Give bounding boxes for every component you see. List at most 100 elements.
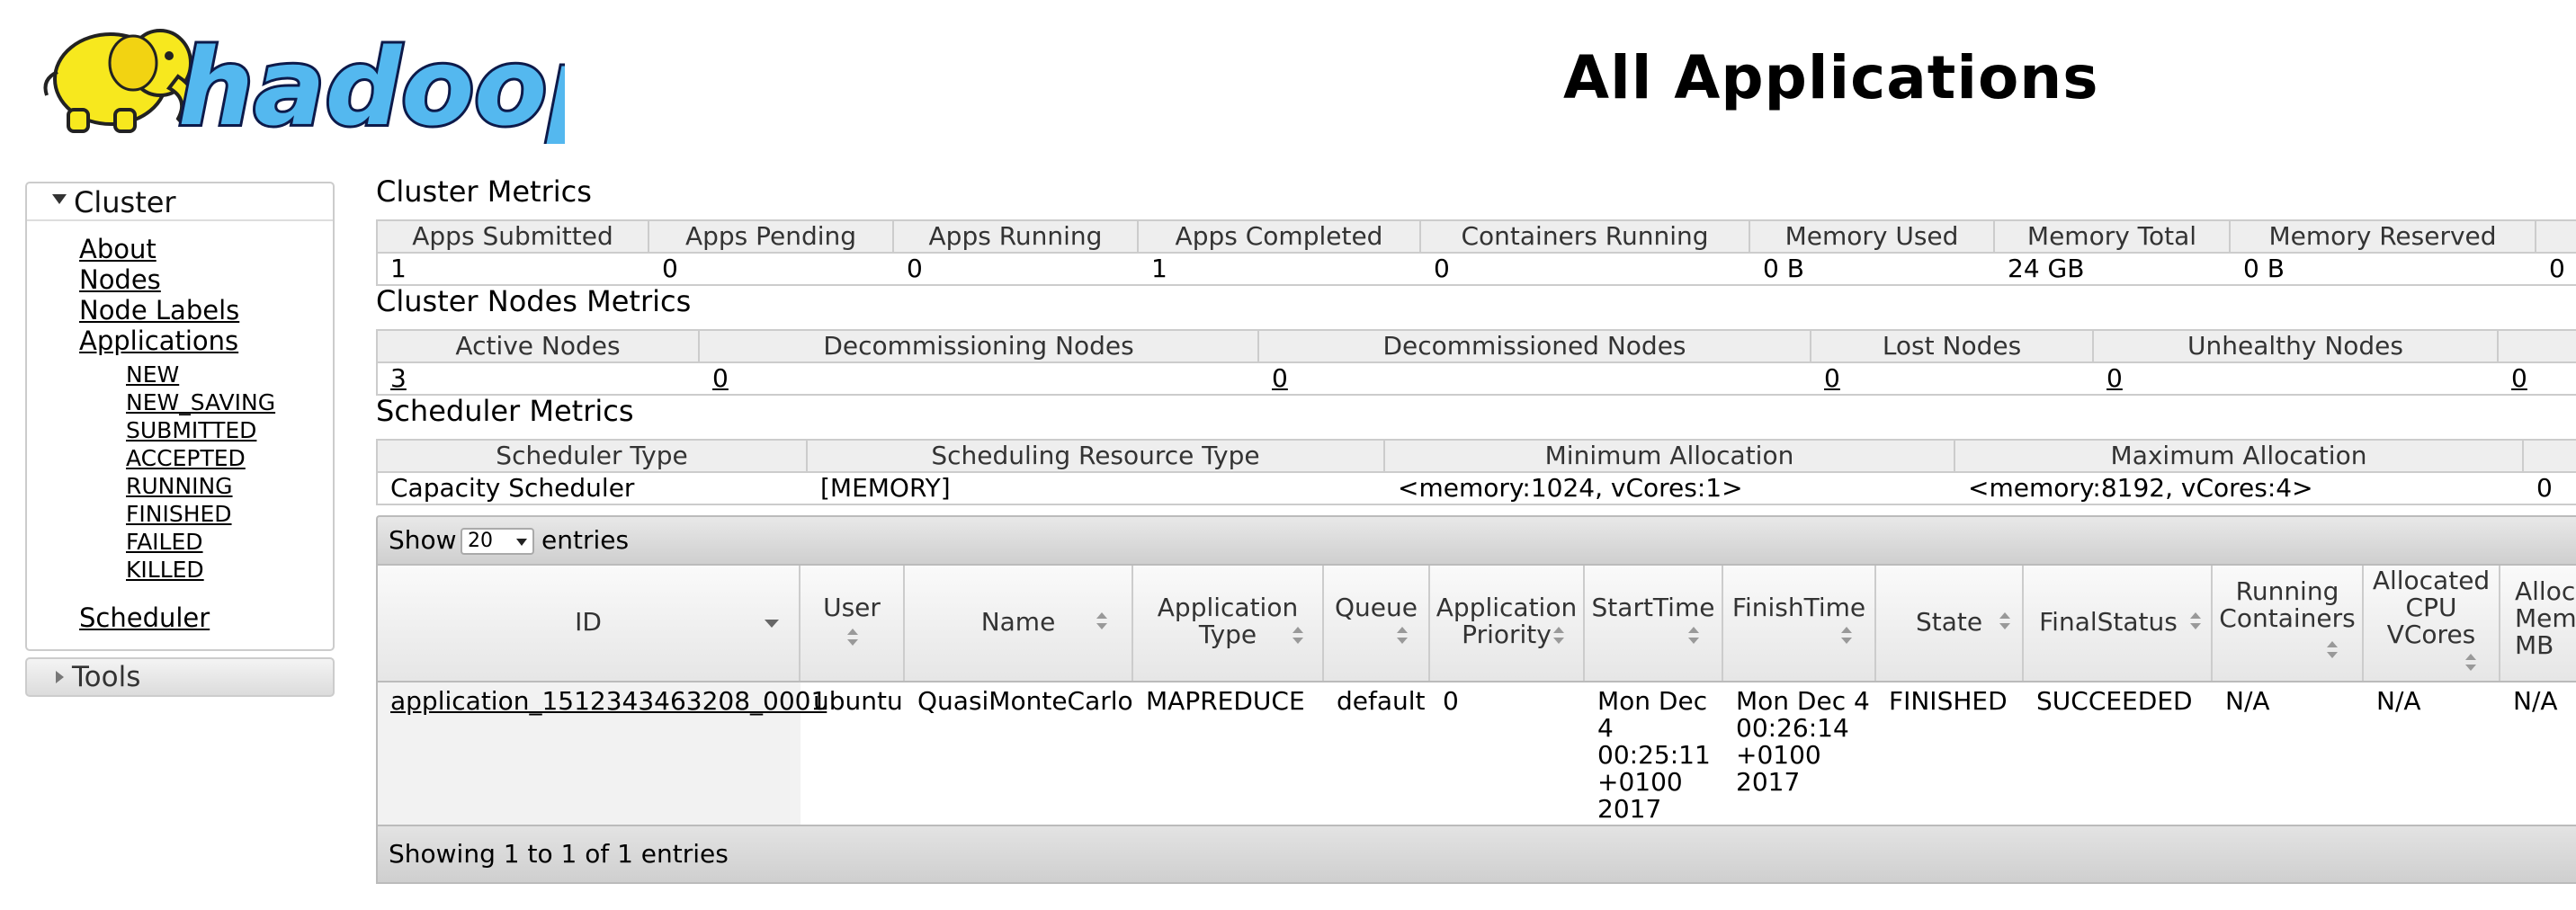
active-nodes-value[interactable]: 3 <box>390 363 407 393</box>
sidebar-state-finished[interactable]: FINISHED <box>126 501 232 527</box>
sidebar-item-applications[interactable]: Applications <box>79 326 238 356</box>
decommissioned-nodes-link[interactable]: 0 <box>1259 363 1288 394</box>
chevron-down-icon <box>516 539 527 546</box>
column-header-label: Allocated CPU VCores <box>2372 566 2491 649</box>
user-cell: ubuntu <box>813 686 903 716</box>
cluster-metrics-extra-value: 0 <box>2549 254 2565 283</box>
column-header-label: Queue <box>1335 593 1418 622</box>
sidebar-state-submitted[interactable]: SUBMITTED <box>126 417 256 443</box>
sort-icon <box>2464 654 2477 674</box>
sidebar-item-scheduler[interactable]: Scheduler <box>79 602 210 633</box>
column-header-label: ID <box>575 607 602 637</box>
memory-total-value: 24 GB <box>2008 254 2085 283</box>
cluster-metrics-header: Apps Submitted <box>376 221 648 252</box>
cluster-nodes-metrics-header-row: Active Nodes Decommissioning Nodes Decom… <box>376 329 2576 363</box>
cluster-metrics-header-more <box>2535 221 2576 252</box>
column-header-application-type[interactable]: Application Type <box>1133 566 1324 681</box>
show-label: Show <box>389 525 457 555</box>
application-id-link[interactable]: application_1512343463208_0001 <box>390 688 827 715</box>
column-header-final-status[interactable]: FinalStatus <box>2024 566 2213 681</box>
sort-icon <box>1396 627 1409 647</box>
scheduler-type-value: Capacity Scheduler <box>390 473 635 503</box>
column-header-application-priority[interactable]: Application Priority <box>1430 566 1585 681</box>
unhealthy-nodes-link[interactable]: 0 <box>2094 363 2123 394</box>
active-nodes-link[interactable]: 3 <box>378 363 407 394</box>
column-header-label: FinalStatus <box>2039 607 2178 637</box>
memory-reserved-value: 0 B <box>2243 254 2285 283</box>
apps-table-header: ID User Name Application Type Queue Appl… <box>376 566 2576 682</box>
rebooted-nodes-value[interactable]: 0 <box>2511 363 2527 393</box>
sidebar-item-nodes[interactable]: Nodes <box>79 264 161 295</box>
sidebar-item-about[interactable]: About <box>79 234 157 264</box>
cluster-nodes-metrics-header: Decommissioned Nodes <box>1257 331 1810 361</box>
sort-icon <box>1292 627 1304 647</box>
column-header-start-time[interactable]: StartTime <box>1585 566 1723 681</box>
sidebar-state-failed[interactable]: FAILED <box>126 529 203 555</box>
column-header-label: Running Containers <box>2219 576 2356 633</box>
page-length-value: 20 <box>468 530 493 552</box>
column-header-running-containers[interactable]: Running Containers <box>2213 566 2364 681</box>
sidebar-state-killed[interactable]: KILLED <box>126 557 204 583</box>
column-header-allocated-memory[interactable]: Alloca Mem MB <box>2500 566 2576 681</box>
cluster-metrics-table: Apps Submitted Apps Pending Apps Running… <box>376 219 2576 286</box>
decommissioning-nodes-link[interactable]: 0 <box>700 363 729 394</box>
decommissioned-nodes-value[interactable]: 0 <box>1272 363 1288 393</box>
cluster-metrics-header: Containers Running <box>1419 221 1749 252</box>
scheduler-metrics-header: Maximum Allocation <box>1954 441 2522 471</box>
column-header-id[interactable]: ID <box>378 566 801 681</box>
start-time-cell: Mon Dec 4 00:25:11 +0100 2017 <box>1597 686 1711 824</box>
sidebar-state-accepted[interactable]: ACCEPTED <box>126 445 246 471</box>
column-header-allocated-cpu-vcores[interactable]: Allocated CPU VCores <box>2364 566 2500 681</box>
memory-used-value: 0 B <box>1763 254 1804 283</box>
apps-submitted-value: 1 <box>390 254 407 283</box>
sidebar-tools-panel[interactable]: Tools <box>25 657 335 697</box>
column-header-queue[interactable]: Queue <box>1324 566 1430 681</box>
scheduler-metrics-header: Scheduler Type <box>376 441 806 471</box>
sidebar-cluster-header[interactable]: Cluster <box>27 183 333 221</box>
cluster-nodes-metrics-header: Unhealthy Nodes <box>2092 331 2497 361</box>
caret-down-icon <box>52 194 67 204</box>
sort-icon <box>1999 612 2011 632</box>
scheduler-metrics-title: Scheduler Metrics <box>376 394 634 428</box>
scheduling-resource-type-value: [MEMORY] <box>820 473 951 503</box>
sort-icon <box>1687 627 1700 647</box>
column-header-user[interactable]: User <box>801 566 905 681</box>
sidebar-item-node-labels[interactable]: Node Labels <box>79 295 239 326</box>
sidebar-state-new-saving[interactable]: NEW_SAVING <box>126 389 275 415</box>
sort-icon <box>1096 612 1108 632</box>
entries-label: entries <box>541 525 630 555</box>
sidebar-state-running[interactable]: RUNNING <box>126 473 233 499</box>
column-header-label: FinishTime <box>1731 593 1866 622</box>
cluster-nodes-metrics-header-more <box>2497 331 2576 361</box>
finish-time-cell: Mon Dec 4 00:26:14 +0100 2017 <box>1736 686 1870 797</box>
column-header-finish-time[interactable]: FinishTime <box>1723 566 1876 681</box>
cluster-metrics-header-row: Apps Submitted Apps Pending Apps Running… <box>376 219 2576 254</box>
sort-icon <box>2189 612 2202 632</box>
column-header-state[interactable]: State <box>1876 566 2024 681</box>
name-cell: QuasiMonteCarlo <box>917 686 1133 716</box>
page-length-select[interactable]: 20 <box>461 528 534 555</box>
column-header-name[interactable]: Name <box>905 566 1133 681</box>
lost-nodes-value[interactable]: 0 <box>1824 363 1840 393</box>
cluster-metrics-title: Cluster Metrics <box>376 174 592 209</box>
sidebar-state-new[interactable]: NEW <box>126 361 179 388</box>
running-containers-cell: N/A <box>2225 686 2270 716</box>
sidebar-cluster-label: Cluster <box>74 185 176 219</box>
sidebar-tools-label: Tools <box>72 661 141 693</box>
lost-nodes-link[interactable]: 0 <box>1811 363 1840 394</box>
cluster-metrics-header: Apps Completed <box>1137 221 1419 252</box>
scheduler-metrics-header: Scheduling Resource Type <box>806 441 1383 471</box>
scheduler-metrics-table: Scheduler Type Scheduling Resource Type … <box>376 439 2576 505</box>
cluster-nodes-metrics-header: Decommissioning Nodes <box>698 331 1257 361</box>
cluster-nodes-metrics-header: Lost Nodes <box>1810 331 2092 361</box>
column-header-label: User <box>823 593 881 622</box>
cluster-nodes-metrics-title: Cluster Nodes Metrics <box>376 284 692 318</box>
queue-cell: default <box>1337 686 1426 716</box>
hadoop-logo[interactable]: hadoop <box>25 9 626 152</box>
maximum-allocation-value: <memory:8192, vCores:4> <box>1968 473 2313 503</box>
containers-running-value: 0 <box>1434 254 1450 283</box>
cluster-nodes-metrics-header: Active Nodes <box>376 331 698 361</box>
unhealthy-nodes-value[interactable]: 0 <box>2106 363 2123 393</box>
decommissioning-nodes-value[interactable]: 0 <box>712 363 729 393</box>
rebooted-nodes-link[interactable]: 0 <box>2499 363 2527 394</box>
